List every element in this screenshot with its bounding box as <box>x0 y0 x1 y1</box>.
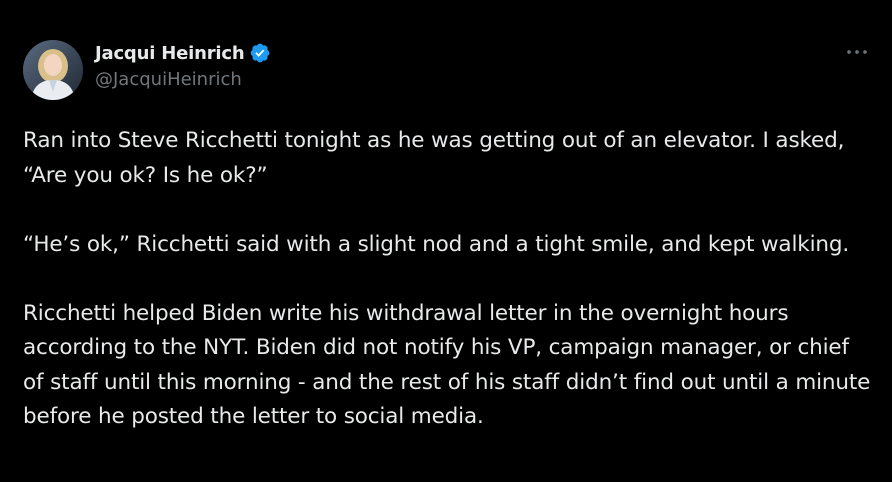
display-name[interactable]: Jacqui Heinrich <box>95 43 245 64</box>
name-row: Jacqui Heinrich <box>95 40 271 66</box>
handle[interactable]: @JacquiHeinrich <box>95 69 271 90</box>
tweet-text: Ran into Steve Ricchetti tonight as he w… <box>23 124 873 435</box>
tweet: Jacqui Heinrich @JacquiHeinrich Ran into… <box>0 0 892 482</box>
more-horizontal-icon <box>847 50 867 54</box>
verified-badge-icon[interactable] <box>249 42 271 64</box>
tweet-paragraph: Ricchetti helped Biden write his withdra… <box>23 300 871 430</box>
avatar[interactable] <box>23 40 83 100</box>
more-options-button[interactable] <box>844 40 870 64</box>
avatar-image <box>23 40 83 100</box>
tweet-paragraph: Ran into Steve Ricchetti tonight as he w… <box>23 128 845 188</box>
author-block: Jacqui Heinrich @JacquiHeinrich <box>95 40 271 90</box>
tweet-paragraph: “He’s ok,” Ricchetti said with a slight … <box>23 231 850 257</box>
